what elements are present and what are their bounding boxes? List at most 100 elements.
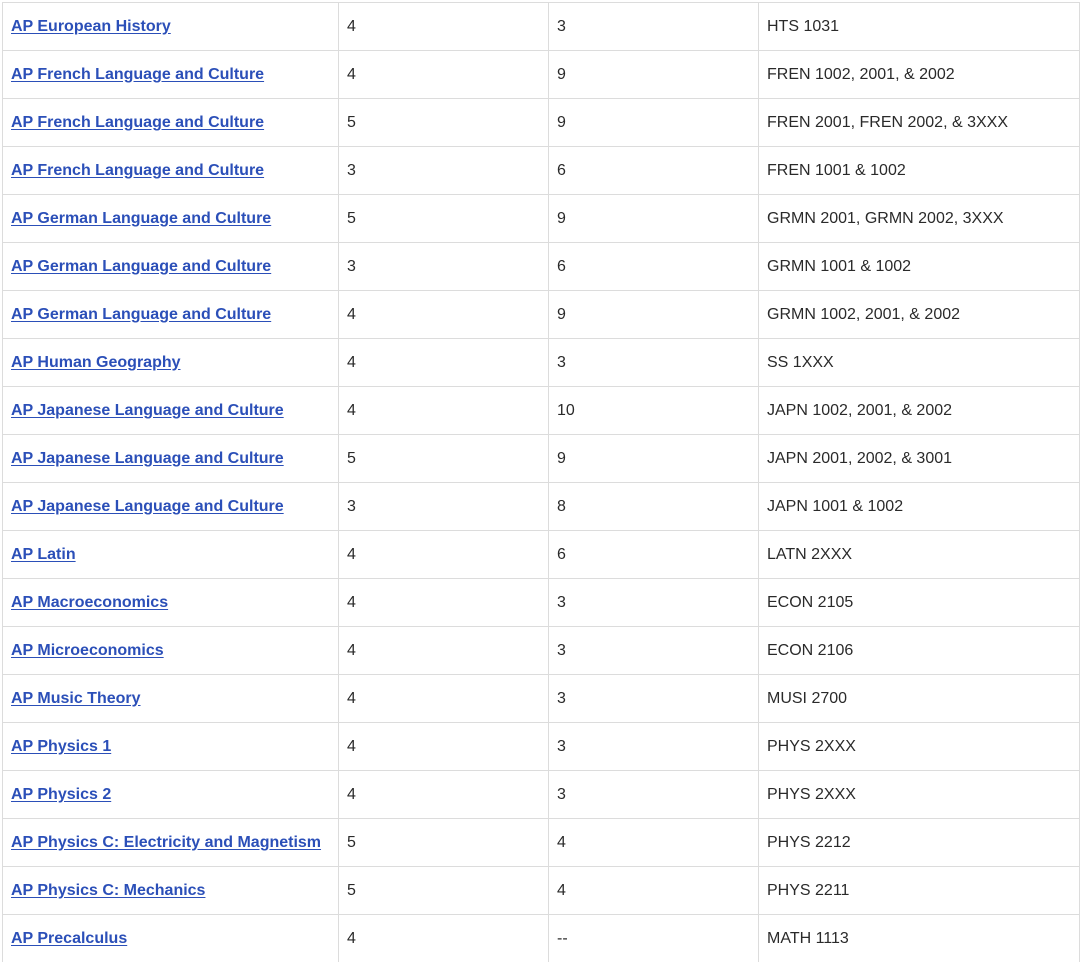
table-row: AP Physics 1 4 3 PHYS 2XXX [2,722,1080,771]
exam-link[interactable]: AP French Language and Culture [11,114,264,131]
exam-link[interactable]: AP Physics 1 [11,738,111,755]
exam-cell: AP French Language and Culture [2,50,339,99]
score-cell: 4 [338,578,549,627]
exam-link[interactable]: AP French Language and Culture [11,162,264,179]
score-cell: 4 [338,530,549,579]
course-equivalent-cell: PHYS 2212 [758,818,1080,867]
table-row: AP Japanese Language and Culture 4 10 JAPN … [2,386,1080,435]
credit-hours-cell: 6 [548,530,759,579]
table-row: AP Macroeconomics 4 3 ECON 2105 [2,578,1080,627]
course-equivalent-cell: LATN 2XXX [758,530,1080,579]
exam-cell: AP Microeconomics [2,626,339,675]
table-row: AP European History 4 3 HTS 1031 [2,2,1080,51]
exam-cell: AP French Language and Culture [2,98,339,147]
score-cell: 5 [338,866,549,915]
course-equivalent-cell: PHYS 2XXX [758,722,1080,771]
exam-cell: AP Physics C: Mechanics [2,866,339,915]
exam-link[interactable]: AP Physics C: Electricity and Magnetism [11,834,321,851]
table-row: AP Physics 2 4 3 PHYS 2XXX [2,770,1080,819]
exam-cell: AP Precalculus [2,914,339,962]
exam-link[interactable]: AP Macroeconomics [11,594,168,611]
credit-hours-cell: 3 [548,770,759,819]
table-row: AP Precalculus 4 -- MATH 1113 [2,914,1080,962]
table-row: AP Japanese Language and Culture 5 9 JAPN 2… [2,434,1080,483]
course-equivalent-cell: JAPN 1001 & 1002 [758,482,1080,531]
exam-link[interactable]: AP Latin [11,546,76,563]
exam-link[interactable]: AP Physics C: Mechanics [11,882,205,899]
course-equivalent-cell: JAPN 1002, 2001, & 2002 [758,386,1080,435]
score-cell: 4 [338,674,549,723]
table-row: AP German Language and Culture 4 9 GRMN 100… [2,290,1080,339]
exam-cell: AP Human Geography [2,338,339,387]
exam-cell: AP Music Theory [2,674,339,723]
credit-hours-cell: 6 [548,146,759,195]
score-cell: 4 [338,770,549,819]
exam-cell: AP German Language and Culture [2,290,339,339]
exam-link[interactable]: AP European History [11,18,171,35]
exam-link[interactable]: AP Music Theory [11,690,141,707]
table-row: AP Physics C: Electricity and Magnetism 5… [2,818,1080,867]
exam-link[interactable]: AP Microeconomics [11,642,164,659]
course-equivalent-cell: MUSI 2700 [758,674,1080,723]
score-cell: 4 [338,386,549,435]
credit-hours-cell: 9 [548,50,759,99]
credit-hours-cell: 9 [548,290,759,339]
score-cell: 3 [338,482,549,531]
credit-hours-cell: 3 [548,722,759,771]
course-equivalent-cell: GRMN 2001, GRMN 2002, 3XXX [758,194,1080,243]
table-row: AP Human Geography 4 3 SS 1XXX [2,338,1080,387]
score-cell: 5 [338,194,549,243]
table-row: AP French Language and Culture 4 9 FREN 100… [2,50,1080,99]
exam-link[interactable]: AP German Language and Culture [11,258,271,275]
credit-hours-cell: 3 [548,674,759,723]
exam-link[interactable]: AP Precalculus [11,930,127,947]
exam-link[interactable]: AP Human Geography [11,354,181,371]
table-row: AP Japanese Language and Culture 3 8 JAPN 1… [2,482,1080,531]
score-cell: 3 [338,146,549,195]
course-equivalent-cell: ECON 2105 [758,578,1080,627]
exam-link[interactable]: AP French Language and Culture [11,66,264,83]
table-row: AP Physics C: Mechanics 5 4 PHYS 2211 [2,866,1080,915]
score-cell: 4 [338,290,549,339]
score-cell: 4 [338,338,549,387]
exam-link[interactable]: AP Japanese Language and Culture [11,402,284,419]
exam-cell: AP German Language and Culture [2,194,339,243]
credit-hours-cell: 3 [548,2,759,51]
table-body: AP European History 4 3 HTS 1031 AP French L… [2,2,1080,962]
exam-cell: AP Japanese Language and Culture [2,482,339,531]
table-row: AP French Language and Culture 5 9 FREN 200… [2,98,1080,147]
course-equivalent-cell: PHYS 2211 [758,866,1080,915]
course-equivalent-cell: ECON 2106 [758,626,1080,675]
score-cell: 4 [338,2,549,51]
course-equivalent-cell: FREN 1002, 2001, & 2002 [758,50,1080,99]
credit-hours-cell: 6 [548,242,759,291]
score-cell: 4 [338,626,549,675]
score-cell: 5 [338,818,549,867]
score-cell: 4 [338,50,549,99]
credit-hours-cell: 4 [548,818,759,867]
exam-link[interactable]: AP Japanese Language and Culture [11,450,284,467]
exam-link[interactable]: AP Physics 2 [11,786,111,803]
credit-hours-cell: 10 [548,386,759,435]
exam-cell: AP Physics 1 [2,722,339,771]
exam-link[interactable]: AP German Language and Culture [11,210,271,227]
exam-link[interactable]: AP Japanese Language and Culture [11,498,284,515]
score-cell: 5 [338,434,549,483]
course-equivalent-cell: SS 1XXX [758,338,1080,387]
exam-cell: AP French Language and Culture [2,146,339,195]
exam-link[interactable]: AP German Language and Culture [11,306,271,323]
ap-credit-table: AP European History 4 3 HTS 1031 AP French L… [2,2,1080,962]
score-cell: 4 [338,722,549,771]
exam-cell: AP Japanese Language and Culture [2,434,339,483]
credit-hours-cell: 9 [548,98,759,147]
exam-cell: AP Macroeconomics [2,578,339,627]
course-equivalent-cell: MATH 1113 [758,914,1080,962]
exam-cell: AP Physics C: Electricity and Magnetism [2,818,339,867]
table-row: AP German Language and Culture 3 6 GRMN 100… [2,242,1080,291]
exam-cell: AP Latin [2,530,339,579]
course-equivalent-cell: FREN 1001 & 1002 [758,146,1080,195]
credit-hours-cell: -- [548,914,759,962]
course-equivalent-cell: JAPN 2001, 2002, & 3001 [758,434,1080,483]
table-row: AP German Language and Culture 5 9 GRMN 200… [2,194,1080,243]
course-equivalent-cell: GRMN 1002, 2001, & 2002 [758,290,1080,339]
